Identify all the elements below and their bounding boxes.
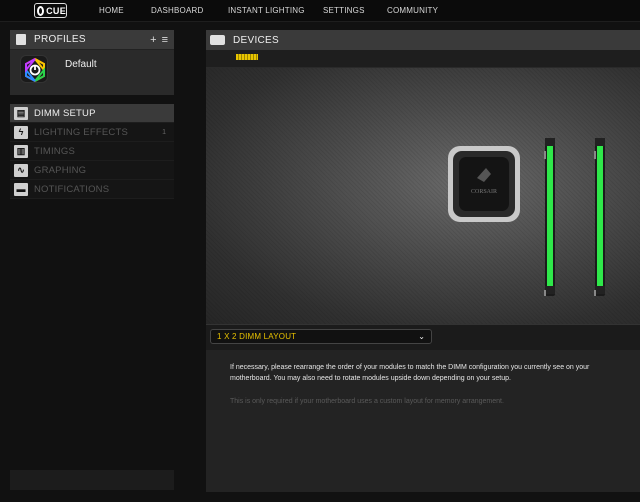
nav-settings[interactable]: SETTINGS <box>323 6 365 15</box>
profile-item[interactable]: Default <box>10 50 174 95</box>
device-stage: CORSAIR <box>206 68 640 324</box>
devices-panel: DEVICES CORSAIR 1 X 2 DIMM LAYOUT ⌄ If n… <box>206 30 640 492</box>
menu-dimm-setup[interactable]: ▤ DIMM SETUP <box>10 104 174 123</box>
ram-module-2[interactable] <box>594 138 605 296</box>
nav-home[interactable]: HOME <box>99 6 124 15</box>
power-icon <box>37 5 45 16</box>
left-footer-bar <box>10 470 174 490</box>
instruction-note: This is only required if your motherboar… <box>230 398 504 405</box>
menu-lighting-effects[interactable]: ϟ LIGHTING EFFECTS 1 <box>10 123 174 142</box>
cue-logo[interactable]: CUE <box>34 3 67 18</box>
menu-notifications[interactable]: ▬ NOTIFICATIONS <box>10 180 174 199</box>
left-panel: PROFILES + ≡ Default ▤ DIMM SETUP ϟ LIGH… <box>10 30 174 492</box>
app-window: CUE HOME DASHBOARD INSTANT LIGHTING SETT… <box>0 0 640 502</box>
profiles-header: PROFILES + ≡ <box>10 30 174 50</box>
instructions-panel: If necessary, please rearrange the order… <box>206 350 640 492</box>
device-thumbnail[interactable] <box>236 54 258 60</box>
dimm-layout-value: 1 X 2 DIMM LAYOUT <box>217 332 297 341</box>
graph-icon: ∿ <box>14 163 28 177</box>
count-badge: 1 <box>162 128 166 136</box>
layout-row: 1 X 2 DIMM LAYOUT ⌄ <box>206 324 640 350</box>
menu-label: LIGHTING EFFECTS <box>34 126 128 138</box>
device-strip <box>206 50 640 68</box>
document-icon <box>16 34 26 45</box>
top-nav: CUE HOME DASHBOARD INSTANT LIGHTING SETT… <box>0 0 640 22</box>
device-menu: ▤ DIMM SETUP ϟ LIGHTING EFFECTS 1 ▥ TIMI… <box>10 104 174 199</box>
devices-header: DEVICES <box>206 30 640 50</box>
menu-label: GRAPHING <box>34 164 87 176</box>
memory-icon: ▤ <box>14 106 28 120</box>
lightning-icon: ϟ <box>14 125 28 139</box>
dimm-layout-select[interactable]: 1 X 2 DIMM LAYOUT ⌄ <box>210 329 432 344</box>
menu-label: NOTIFICATIONS <box>34 183 110 195</box>
profile-menu-button[interactable]: ≡ <box>162 34 168 46</box>
dimm-illustration: CORSAIR <box>448 138 605 296</box>
menu-timings[interactable]: ▥ TIMINGS <box>10 142 174 161</box>
ram-module-1[interactable] <box>544 138 555 296</box>
nav-instant-lighting[interactable]: INSTANT LIGHTING <box>228 6 305 15</box>
notification-icon: ▬ <box>14 182 28 196</box>
add-profile-button[interactable]: + <box>150 34 156 46</box>
chevron-down-icon: ⌄ <box>418 332 425 341</box>
instruction-text: If necessary, please rearrange the order… <box>230 364 590 382</box>
devices-title: DEVICES <box>233 34 280 46</box>
svg-text:CORSAIR: CORSAIR <box>471 189 497 195</box>
menu-label: TIMINGS <box>34 145 75 157</box>
menu-label: DIMM SETUP <box>34 107 96 119</box>
menu-graphing[interactable]: ∿ GRAPHING <box>10 161 174 180</box>
nav-dashboard[interactable]: DASHBOARD <box>151 6 203 15</box>
profiles-title: PROFILES <box>34 34 86 45</box>
keyboard-icon <box>210 35 225 45</box>
profile-icon <box>20 55 48 83</box>
logo-text: CUE <box>46 5 66 16</box>
cooler-block[interactable]: CORSAIR <box>448 146 520 222</box>
nav-community[interactable]: COMMUNITY <box>387 6 438 15</box>
timings-icon: ▥ <box>14 144 28 158</box>
profile-name: Default <box>65 59 97 70</box>
